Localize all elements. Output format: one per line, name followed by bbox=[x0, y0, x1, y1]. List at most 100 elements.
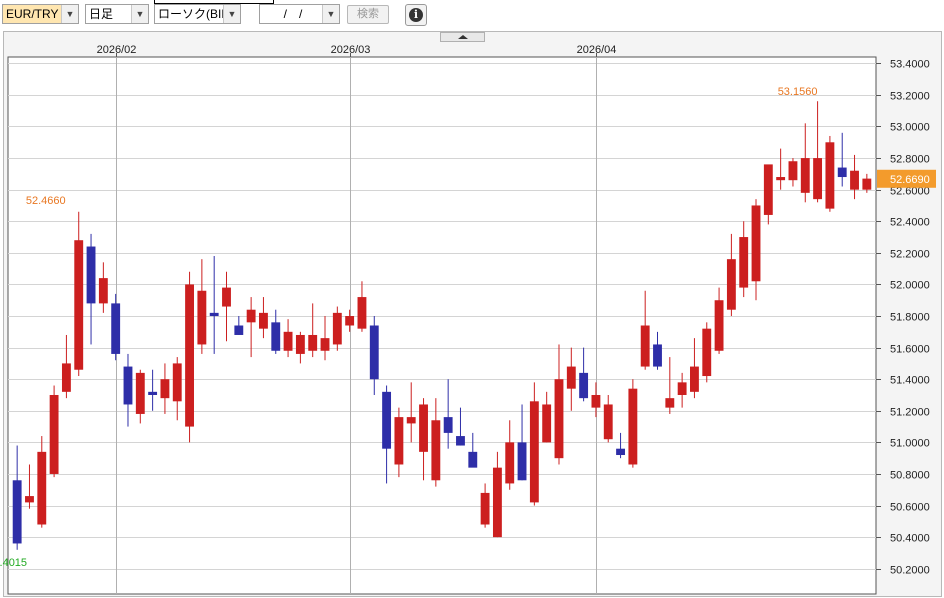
candle-body bbox=[443, 417, 453, 433]
y-tick-label: 51.8000 bbox=[890, 312, 930, 324]
candlestick-chart[interactable]: 50.2000 50.4000 50.6000 50.8000 51.0000 51.20… bbox=[0, 0, 944, 598]
y-tick-label: 52.0000 bbox=[890, 280, 930, 292]
candle-body bbox=[813, 158, 823, 200]
candle-body bbox=[825, 142, 835, 209]
candle-body bbox=[222, 287, 231, 307]
candle-body bbox=[25, 496, 34, 503]
candle-body bbox=[726, 259, 736, 310]
candle-body bbox=[320, 338, 330, 351]
candle-body bbox=[665, 398, 675, 408]
candle-body bbox=[185, 284, 194, 427]
candle-body bbox=[690, 366, 699, 392]
candle-body bbox=[431, 420, 441, 481]
candle-body bbox=[751, 205, 761, 282]
candle-body bbox=[616, 448, 625, 456]
candle-body bbox=[419, 404, 428, 452]
y-tick-label: 53.0000 bbox=[890, 122, 930, 134]
candle-body bbox=[468, 451, 478, 468]
candle-body bbox=[369, 325, 379, 380]
candle-body bbox=[394, 417, 404, 465]
y-tick-label: 51.2000 bbox=[890, 407, 930, 419]
candle-body bbox=[332, 312, 342, 345]
x-tick-label: 2026/02 bbox=[97, 44, 137, 56]
candle bbox=[49, 385, 59, 478]
candle bbox=[628, 379, 638, 468]
candle-body bbox=[739, 237, 749, 288]
candle-body bbox=[677, 382, 687, 395]
candle-body bbox=[246, 309, 256, 323]
candle-body bbox=[123, 366, 133, 405]
candle-body bbox=[98, 278, 108, 304]
candle-body bbox=[529, 401, 539, 503]
candle-body bbox=[640, 325, 650, 367]
candle-body bbox=[505, 442, 515, 484]
y-tick-label: 53.4000 bbox=[890, 59, 930, 71]
y-tick-label: 53.2000 bbox=[890, 91, 930, 103]
candle-body bbox=[37, 451, 47, 525]
candle-body bbox=[111, 303, 121, 354]
candle bbox=[702, 322, 712, 383]
candle-body bbox=[776, 177, 786, 181]
candle-body bbox=[148, 391, 158, 395]
candle-body bbox=[283, 331, 293, 351]
candle-body bbox=[160, 379, 170, 399]
candle-body bbox=[492, 467, 502, 538]
candle-body bbox=[295, 334, 305, 354]
candle-body bbox=[61, 363, 71, 392]
candle-body bbox=[74, 240, 84, 370]
price-axis: 50.2000 50.4000 50.6000 50.8000 51.0000 51.20… bbox=[876, 59, 930, 577]
low-label: 50.4015 bbox=[0, 557, 27, 569]
candle bbox=[825, 135, 835, 212]
plot-area bbox=[7, 56, 877, 595]
candle-body bbox=[12, 480, 22, 544]
candle-body bbox=[566, 366, 576, 389]
y-tick-label: 50.2000 bbox=[890, 565, 930, 577]
candle-body bbox=[308, 334, 318, 351]
candle-body bbox=[862, 178, 872, 190]
candle-body bbox=[628, 388, 638, 465]
candle-body bbox=[554, 379, 564, 459]
candle-body bbox=[653, 344, 662, 367]
candle-body bbox=[591, 394, 601, 408]
candle-body bbox=[480, 492, 490, 525]
y-tick-label: 51.0000 bbox=[890, 438, 930, 450]
candle-body bbox=[357, 297, 367, 329]
candle bbox=[111, 293, 121, 361]
candle-body bbox=[837, 167, 847, 178]
current-price-label: 52.6690 bbox=[890, 174, 930, 186]
candle-body bbox=[49, 394, 59, 474]
candle-body bbox=[271, 322, 281, 351]
candle-body bbox=[456, 436, 465, 446]
candle-body bbox=[209, 312, 219, 317]
y-tick-label: 51.4000 bbox=[890, 375, 930, 387]
y-tick-label: 52.8000 bbox=[890, 154, 930, 166]
candle-body bbox=[172, 363, 182, 402]
date-axis: 2026/02 2026/03 2026/04 bbox=[97, 44, 617, 57]
x-tick-label: 2026/03 bbox=[331, 44, 371, 56]
y-tick-label: 50.8000 bbox=[890, 470, 930, 482]
candle bbox=[185, 271, 194, 443]
candle-body bbox=[542, 404, 552, 443]
high-label-right: 53.1560 bbox=[778, 86, 818, 98]
y-tick-label: 52.2000 bbox=[890, 249, 930, 261]
candle-body bbox=[86, 246, 96, 304]
candle-body bbox=[702, 328, 712, 377]
candle-body bbox=[135, 372, 145, 414]
candle-body bbox=[234, 325, 244, 335]
candle-body bbox=[382, 391, 392, 449]
y-tick-label: 50.4000 bbox=[890, 533, 930, 545]
candle-body bbox=[345, 316, 355, 326]
candle-body bbox=[850, 170, 859, 190]
candle bbox=[332, 306, 342, 351]
y-tick-label: 52.4000 bbox=[890, 217, 930, 229]
candle-body bbox=[800, 158, 810, 193]
candle-body bbox=[197, 290, 207, 345]
x-tick-label: 2026/04 bbox=[577, 44, 617, 56]
candle-body bbox=[603, 404, 613, 440]
high-label-left: 52.4660 bbox=[26, 195, 66, 207]
candle-body bbox=[763, 164, 773, 215]
y-tick-label: 51.6000 bbox=[890, 344, 930, 356]
candle-body bbox=[714, 300, 724, 351]
candle-body bbox=[579, 372, 589, 399]
candle-body bbox=[259, 312, 268, 329]
